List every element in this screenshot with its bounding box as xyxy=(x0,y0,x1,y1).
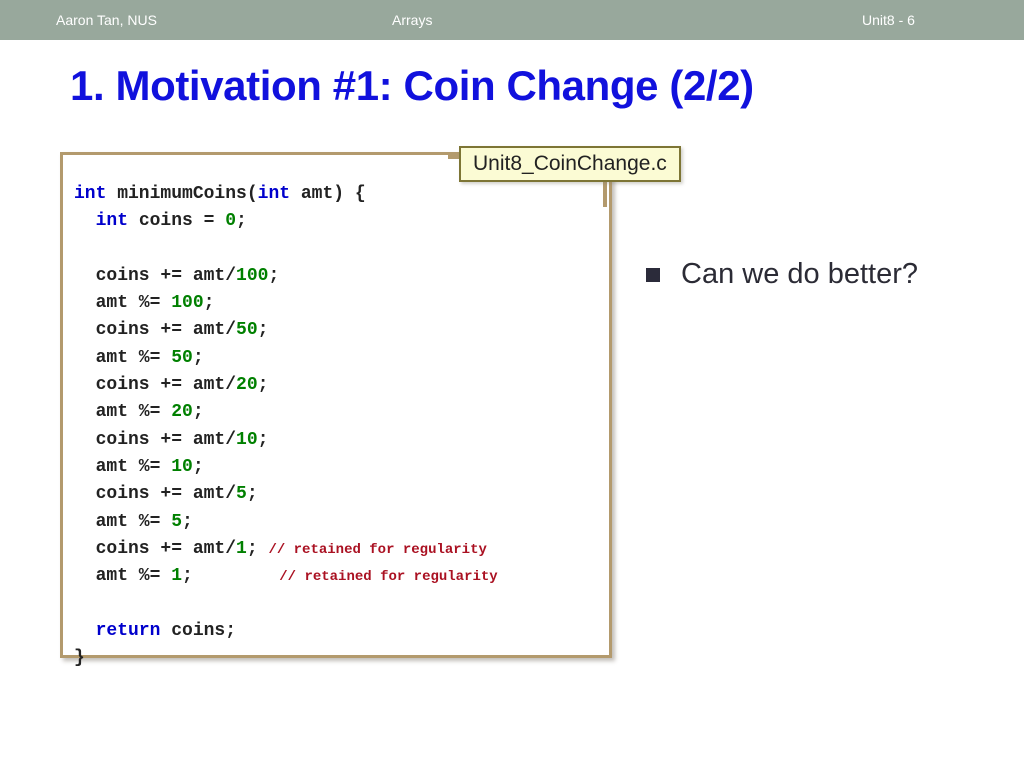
code-token: 20 xyxy=(171,402,193,423)
file-name-callout: Unit8_CoinChange.c xyxy=(459,146,681,182)
bullet-list-item: Can we do better? xyxy=(646,256,918,292)
code-token: ; xyxy=(203,293,215,314)
code-token: amt %= xyxy=(74,347,172,368)
code-line: coins += amt/1; // retained for regulari… xyxy=(74,536,498,563)
code-line: } xyxy=(74,645,498,672)
file-name-label: Unit8_CoinChange.c xyxy=(473,152,667,175)
code-token: ; xyxy=(182,511,193,532)
code-token: ; xyxy=(192,402,204,423)
code-token: 100 xyxy=(171,293,204,314)
code-token: ; xyxy=(257,429,269,450)
code-token: coins; xyxy=(160,620,237,641)
code-token: amt %= xyxy=(74,402,172,423)
code-token: ; xyxy=(268,265,280,286)
code-token: int xyxy=(257,184,291,204)
code-token: ; xyxy=(257,320,269,341)
code-line: amt %= 10; xyxy=(74,454,498,481)
slide-header-bar: Aaron Tan, NUS Arrays Unit8 - 6 xyxy=(0,0,1024,40)
code-line: int minimumCoins(int amt) { xyxy=(74,181,498,208)
code-line: return coins; xyxy=(74,618,498,645)
code-line: amt %= 20; xyxy=(74,399,498,426)
code-token: coins += amt/ xyxy=(74,484,237,505)
code-line: coins += amt/10; xyxy=(74,427,498,454)
code-token: ; xyxy=(192,456,204,477)
code-line: int coins = 0; xyxy=(74,208,498,235)
code-token: coins += amt/ xyxy=(74,320,237,341)
code-token: ; xyxy=(236,211,247,232)
code-token: amt %= xyxy=(74,566,172,587)
code-token: 10 xyxy=(171,456,193,477)
code-token: 5 xyxy=(171,511,183,532)
code-token: amt %= xyxy=(74,293,172,314)
code-token: 0 xyxy=(225,211,237,232)
code-token: coins += amt/ xyxy=(74,429,237,450)
bullet-item-label: Can we do better? xyxy=(681,258,918,290)
code-token: ; xyxy=(192,347,204,368)
code-token: coins += amt/ xyxy=(74,375,237,396)
code-line: coins += amt/5; xyxy=(74,481,498,508)
code-token: 5 xyxy=(236,484,247,505)
code-token: amt %= xyxy=(74,511,172,532)
code-line: amt %= 100; xyxy=(74,290,498,317)
code-token: coins = xyxy=(128,211,226,232)
callout-connector-bottom xyxy=(603,181,607,207)
code-token: 20 xyxy=(236,375,258,396)
code-line: coins += amt/50; xyxy=(74,317,498,344)
page-title: 1. Motivation #1: Coin Change (2/2) xyxy=(70,62,754,109)
code-token: ; xyxy=(182,566,280,587)
code-token: ; xyxy=(257,375,269,396)
code-token: // retained for regularity xyxy=(279,569,498,586)
code-token: ; xyxy=(246,538,269,559)
code-token: 100 xyxy=(236,265,269,286)
code-token: 10 xyxy=(236,429,258,450)
code-token: 50 xyxy=(236,320,258,341)
code-token: coins += amt/ xyxy=(74,265,237,286)
code-token: 50 xyxy=(171,347,193,368)
header-unit-label: Unit8 - 6 xyxy=(862,12,915,28)
code-token: ; xyxy=(246,484,258,505)
code-token: minimumCoins( xyxy=(106,184,258,204)
header-author-label: Aaron Tan, NUS xyxy=(56,12,157,28)
code-token: // retained for regularity xyxy=(268,541,487,558)
code-token: } xyxy=(74,648,85,669)
code-token: amt) { xyxy=(290,184,366,204)
square-bullet-icon xyxy=(646,268,660,282)
code-line: amt %= 1; // retained for regularity xyxy=(74,563,498,590)
code-listing-panel: int minimumCoins(int amt) { int coins = … xyxy=(60,152,612,668)
code-line: amt %= 5; xyxy=(74,509,498,536)
code-line: coins += amt/100; xyxy=(74,263,498,290)
code-token: coins += amt/ xyxy=(74,538,237,559)
code-token: int xyxy=(74,184,107,204)
code-listing-text: int minimumCoins(int amt) { int coins = … xyxy=(74,181,498,672)
code-token: 1 xyxy=(236,538,247,559)
code-token: int xyxy=(95,211,129,232)
code-line: amt %= 50; xyxy=(74,345,498,372)
code-token: return xyxy=(95,620,161,641)
code-token: 1 xyxy=(171,566,183,587)
header-topic-label: Arrays xyxy=(392,12,433,28)
code-token: amt %= xyxy=(74,456,172,477)
code-line: coins += amt/20; xyxy=(74,372,498,399)
